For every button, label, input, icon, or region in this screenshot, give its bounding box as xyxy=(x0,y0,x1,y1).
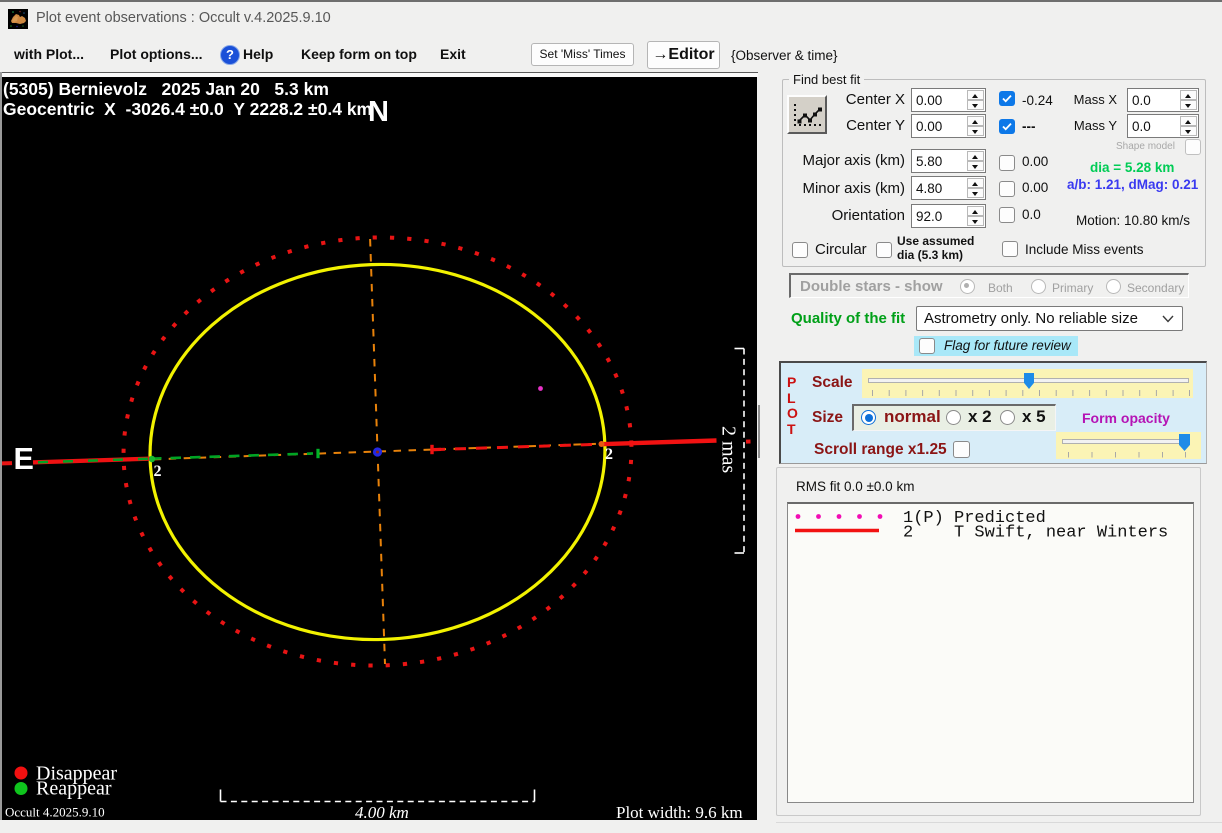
svg-text:Reappear: Reappear xyxy=(36,778,112,800)
svg-text:E: E xyxy=(14,442,34,476)
svg-text:2: 2 xyxy=(154,463,162,480)
svg-text:Occult 4.2025.9.10: Occult 4.2025.9.10 xyxy=(5,805,105,820)
svg-text:Plot width: 9.6 km: Plot width: 9.6 km xyxy=(616,803,743,820)
svg-text:2: 2 xyxy=(605,446,613,463)
svg-text:N: N xyxy=(368,96,389,128)
svg-text:(5305) Bernievolz 2025 Jan 2: (5305) Bernievolz 2025 Jan 20 5.3 km xyxy=(3,79,329,99)
svg-text:T Swift, near Winters: T Swift, near Winters xyxy=(954,524,1168,543)
svg-text:2 mas: 2 mas xyxy=(718,426,740,473)
svg-text:2: 2 xyxy=(903,524,913,543)
svg-text:Geocentric X -3026.4 ±0.0 Y: Geocentric X -3026.4 ±0.0 Y 2228.2 ±0.4 … xyxy=(3,99,372,119)
svg-text:4.00 km: 4.00 km xyxy=(355,803,409,820)
